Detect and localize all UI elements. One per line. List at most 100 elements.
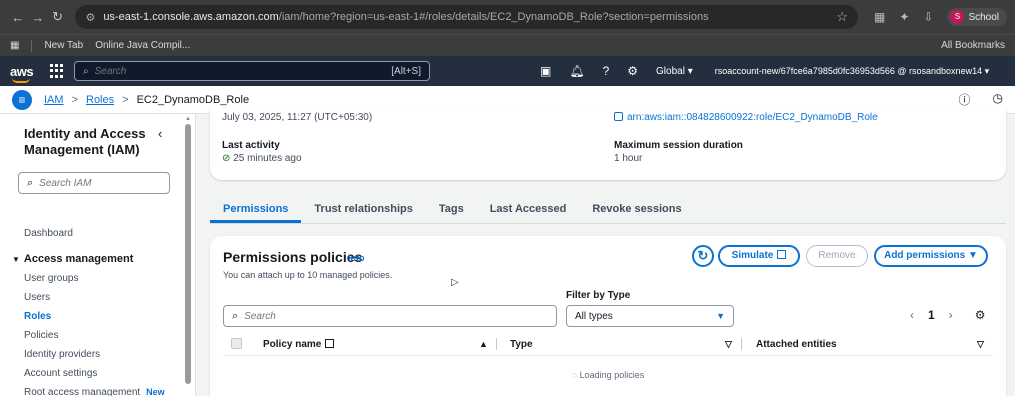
info-link[interactable]: Info <box>348 253 365 263</box>
sidebar-item-roles[interactable]: Roles <box>0 307 180 326</box>
copy-icon[interactable] <box>614 112 623 121</box>
profile-avatar: S <box>950 10 965 24</box>
policy-search-input[interactable] <box>244 310 548 322</box>
current-page[interactable]: 1 <box>928 308 935 322</box>
new-badge: New <box>146 387 165 396</box>
column-attached-entities[interactable]: Attached entities <box>756 339 837 350</box>
sidebar-item-account-settings[interactable]: Account settings <box>0 364 180 383</box>
sidebar-item-identity-providers[interactable]: Identity providers <box>0 345 180 364</box>
services-grid-icon[interactable] <box>50 64 64 78</box>
column-type[interactable]: Type <box>510 339 533 350</box>
chevron-right-icon: > <box>71 93 78 106</box>
site-info-icon[interactable]: ⚙ <box>85 11 95 24</box>
sidebar-item-users[interactable]: Users <box>0 288 180 307</box>
sidebar-section-access-management[interactable]: ▼ Access management <box>0 249 180 269</box>
bookmarks-separator <box>31 39 33 52</box>
sidebar-item-dashboard[interactable]: Dashboard <box>0 224 180 243</box>
check-circle-icon: ⊘ <box>222 153 231 164</box>
permissions-policies-card: Permissions policies Info You can attach… <box>210 236 1006 396</box>
external-link-icon <box>777 250 787 259</box>
sidebar-item-user-groups[interactable]: User groups <box>0 269 180 288</box>
remove-button[interactable]: Remove <box>806 245 868 267</box>
clock-icon[interactable]: ◷ <box>993 91 1003 108</box>
download-icon[interactable]: ⇩ <box>923 10 933 24</box>
tab-tags[interactable]: Tags <box>426 196 477 223</box>
max-session-label: Maximum session duration <box>614 140 743 151</box>
collapse-sidebar-icon[interactable]: ‹ <box>158 126 162 141</box>
profile-chip[interactable]: S School <box>947 8 1008 26</box>
role-summary-card: July 03, 2025, 11:27 (UTC+05:30) arn:aws… <box>210 108 1006 180</box>
sort-icon[interactable]: ▽ <box>977 339 984 350</box>
search-icon: ⌕ <box>27 176 34 189</box>
sort-ascending-icon[interactable]: ▲ <box>479 339 488 349</box>
extension-icon[interactable]: ▦ <box>874 10 885 24</box>
bookmark-new-tab[interactable]: New Tab <box>44 40 83 51</box>
forward-arrow-icon[interactable]: → <box>28 10 48 25</box>
hamburger-menu-icon[interactable]: ≡ <box>12 89 32 110</box>
policies-table-header: Policy name ▲ Type ▽ Attached entities ▽ <box>223 334 993 356</box>
policy-search[interactable]: ⌕ <box>223 305 557 327</box>
loading-indicator: ◌ Loading policies <box>571 370 645 380</box>
sidebar: Identity and Access Management (IAM) ‹ ⌕… <box>0 114 196 396</box>
scroll-up-icon[interactable]: ▲ <box>184 116 192 122</box>
sidebar-scrollbar[interactable]: ▲ <box>184 116 192 394</box>
breadcrumb-iam[interactable]: IAM <box>44 94 64 106</box>
bookmark-java-compiler[interactable]: Online Java Compil... <box>95 40 190 51</box>
sidebar-item-root-access-management[interactable]: Root access management New <box>0 383 180 396</box>
breadcrumb-roles[interactable]: Roles <box>86 94 114 106</box>
policies-description: You can attach up to 10 managed policies… <box>223 270 393 280</box>
url-path: /iam/home?region=us-east-1#/roles/detail… <box>278 11 709 23</box>
scrollbar-thumb[interactable] <box>185 124 191 384</box>
creation-date: July 03, 2025, 11:27 (UTC+05:30) <box>222 112 373 123</box>
aws-logo[interactable]: aws <box>10 64 38 83</box>
breadcrumb-current: EC2_DynamoDB_Role <box>136 93 250 106</box>
bookmark-star-icon[interactable]: ☆ <box>836 9 848 25</box>
sort-icon[interactable]: ▽ <box>725 339 732 350</box>
notifications-bell-icon[interactable]: 🔔︎ <box>569 64 584 78</box>
tab-permissions[interactable]: Permissions <box>210 196 302 223</box>
apps-grid-icon[interactable]: ▦ <box>10 40 19 51</box>
address-bar[interactable]: ⚙ us-east-1.console.aws.amazon.com/iam/h… <box>75 5 858 29</box>
last-activity-label: Last activity <box>222 140 280 151</box>
last-activity-value: ⊘ 25 minutes ago <box>222 153 302 164</box>
search-icon: ⌕ <box>232 309 239 322</box>
all-bookmarks[interactable]: All Bookmarks <box>941 40 1005 51</box>
sidebar-item-policies[interactable]: Policies <box>0 326 180 345</box>
chevron-right-icon: > <box>122 93 129 106</box>
reload-icon[interactable]: ↻ <box>48 9 68 25</box>
help-icon[interactable]: ? <box>603 64 610 78</box>
tab-last-accessed[interactable]: Last Accessed <box>477 196 580 223</box>
console-search-input[interactable] <box>94 65 392 77</box>
preferences-gear-icon[interactable]: ⚙ <box>975 308 986 322</box>
cloudshell-icon[interactable]: ▣ <box>540 64 551 78</box>
type-filter-select[interactable]: All types ▼ <box>566 305 734 327</box>
role-arn[interactable]: arn:aws:iam::084828600922:role/EC2_Dynam… <box>614 112 878 123</box>
prev-page-icon[interactable]: ‹ <box>910 308 914 322</box>
url-host: us-east-1.console.aws.amazon.com <box>103 11 279 23</box>
role-tabs: Permissions Trust relationships Tags Las… <box>210 196 1006 224</box>
type-filter-value: All types <box>575 310 613 322</box>
next-page-icon[interactable]: › <box>949 308 953 322</box>
column-divider <box>496 338 497 350</box>
select-all-checkbox[interactable] <box>231 338 242 349</box>
back-arrow-icon[interactable]: ← <box>8 10 28 25</box>
tab-revoke-sessions[interactable]: Revoke sessions <box>579 196 694 223</box>
search-icon: ⌕ <box>83 65 89 77</box>
sidebar-search[interactable]: ⌕ <box>18 172 170 194</box>
info-icon[interactable]: ⓘ <box>959 91 971 108</box>
account-menu[interactable]: rsoaccount-new/67fce6a7985d0fc36953d566 … <box>715 66 989 77</box>
settings-gear-icon[interactable]: ⚙ <box>627 64 638 78</box>
browser-toolbar: ← → ↻ ⚙ us-east-1.console.aws.amazon.com… <box>0 0 1015 34</box>
console-search[interactable]: ⌕ [Alt+S] <box>74 61 430 81</box>
sidebar-search-input[interactable] <box>39 177 150 189</box>
simulate-button[interactable]: Simulate <box>718 245 800 267</box>
add-permissions-button[interactable]: Add permissions ▼ <box>874 245 988 267</box>
refresh-button[interactable]: ↻ <box>692 245 714 267</box>
spinner-icon: ◌ <box>571 370 578 380</box>
max-session-value: 1 hour <box>614 153 643 164</box>
region-selector[interactable]: Global ▾ <box>656 66 693 77</box>
tab-trust-relationships[interactable]: Trust relationships <box>301 196 425 223</box>
extension-puzzle-icon[interactable]: ✦ <box>899 10 909 24</box>
column-divider <box>741 338 742 350</box>
column-policy-name[interactable]: Policy name <box>263 339 335 350</box>
